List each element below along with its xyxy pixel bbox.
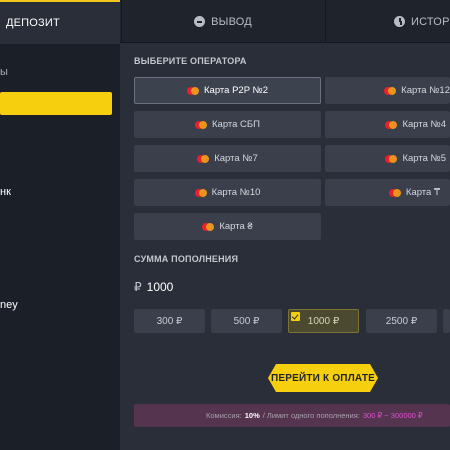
preset-more[interactable] — [443, 309, 450, 333]
operator-card-kzt[interactable]: Карта ₸ — [325, 179, 450, 206]
preset-1000[interactable]: 1000 ₽ — [288, 309, 359, 333]
operator-card-4[interactable]: Карта №4 — [325, 111, 450, 138]
go-to-payment-button[interactable]: ПЕРЕЙТИ К ОПЛАТЕ — [268, 364, 378, 392]
operator-label: Карта №4 — [402, 119, 446, 130]
tab-deposit-label: ДЕПОЗИТ — [6, 16, 60, 29]
sidebar-item-selected[interactable] — [0, 92, 112, 115]
operator-label: Карта №7 — [214, 153, 258, 164]
tab-withdraw[interactable]: ВЫВОД — [121, 0, 324, 43]
mastercard-icon — [385, 120, 398, 129]
minus-circle-icon — [194, 16, 206, 27]
preset-label: 2500 ₽ — [385, 315, 418, 327]
operator-label: Карта ₸ — [405, 187, 440, 198]
tab-history[interactable]: ИСТОРИ — [325, 0, 450, 43]
operator-label: Карта СБП — [212, 119, 260, 130]
operator-label: Карта №5 — [402, 153, 446, 164]
tab-deposit[interactable]: ДЕПОЗИТ — [0, 0, 120, 43]
mastercard-icon — [202, 222, 215, 231]
amount-title: СУММА ПОПОЛНЕНИЯ — [134, 254, 239, 264]
operator-card-sbp[interactable]: Карта СБП — [134, 111, 321, 138]
mastercard-icon — [385, 154, 398, 163]
mastercard-icon — [388, 188, 401, 197]
payment-methods-sidebar: ы нк ney — [0, 44, 120, 450]
operator-card-uah[interactable]: Карта ₴ — [134, 213, 321, 240]
operator-card-12[interactable]: Карта №12 — [325, 77, 450, 104]
limit-label: / Лимит одного пополнения: — [262, 411, 360, 420]
sidebar-item-label[interactable]: ney — [0, 299, 18, 311]
tab-history-label: ИСТОРИ — [411, 15, 450, 28]
operator-card-10[interactable]: Карта №10 — [134, 179, 321, 206]
mastercard-icon — [197, 154, 210, 163]
clock-icon — [394, 16, 405, 27]
commission-value: 10% — [244, 411, 260, 420]
preset-label: 500 ₽ — [233, 315, 260, 327]
commission-label: Комиссия: — [206, 411, 242, 420]
preset-300[interactable]: 300 ₽ — [134, 309, 205, 333]
top-tabs: ДЕПОЗИТ ВЫВОД ИСТОРИ — [0, 0, 450, 43]
sidebar-item-label[interactable]: ы — [0, 66, 8, 78]
operator-label: Карта P2P №2 — [204, 85, 268, 96]
preset-2500[interactable]: 2500 ₽ — [366, 309, 437, 333]
deposit-panel: ВЫБЕРИТЕ ОПЕРАТОРА Карта P2P №2 Карта №1… — [120, 44, 450, 450]
preset-label: 300 ₽ — [156, 315, 183, 327]
operator-card-5[interactable]: Карта №5 — [325, 145, 450, 172]
tab-withdraw-label: ВЫВОД — [211, 15, 252, 28]
mastercard-icon — [194, 188, 207, 197]
check-icon — [291, 312, 300, 321]
operator-label: Карта ₴ — [219, 221, 253, 232]
operators-title: ВЫБЕРИТЕ ОПЕРАТОРА — [134, 56, 247, 66]
operator-card-p2p-2[interactable]: Карта P2P №2 — [134, 77, 321, 104]
commission-limit-info: Комиссия: 10% / Лимит одного пополнения:… — [134, 404, 450, 427]
mastercard-icon — [195, 120, 207, 129]
preset-label: 1000 ₽ — [307, 315, 340, 327]
operator-label: Карта №10 — [211, 187, 261, 198]
mastercard-icon — [187, 86, 200, 95]
mastercard-icon — [384, 86, 397, 95]
operator-label: Карта №12 — [401, 85, 450, 96]
amount-input-row: ₽ — [134, 274, 450, 300]
operator-card-7[interactable]: Карта №7 — [134, 145, 321, 172]
amount-input[interactable] — [146, 280, 347, 294]
limit-value: 300 ₽ ~ 300000 ₽ — [362, 411, 423, 420]
currency-symbol: ₽ — [134, 280, 142, 294]
sidebar-item-label[interactable]: нк — [0, 186, 11, 198]
preset-500[interactable]: 500 ₽ — [211, 309, 282, 333]
